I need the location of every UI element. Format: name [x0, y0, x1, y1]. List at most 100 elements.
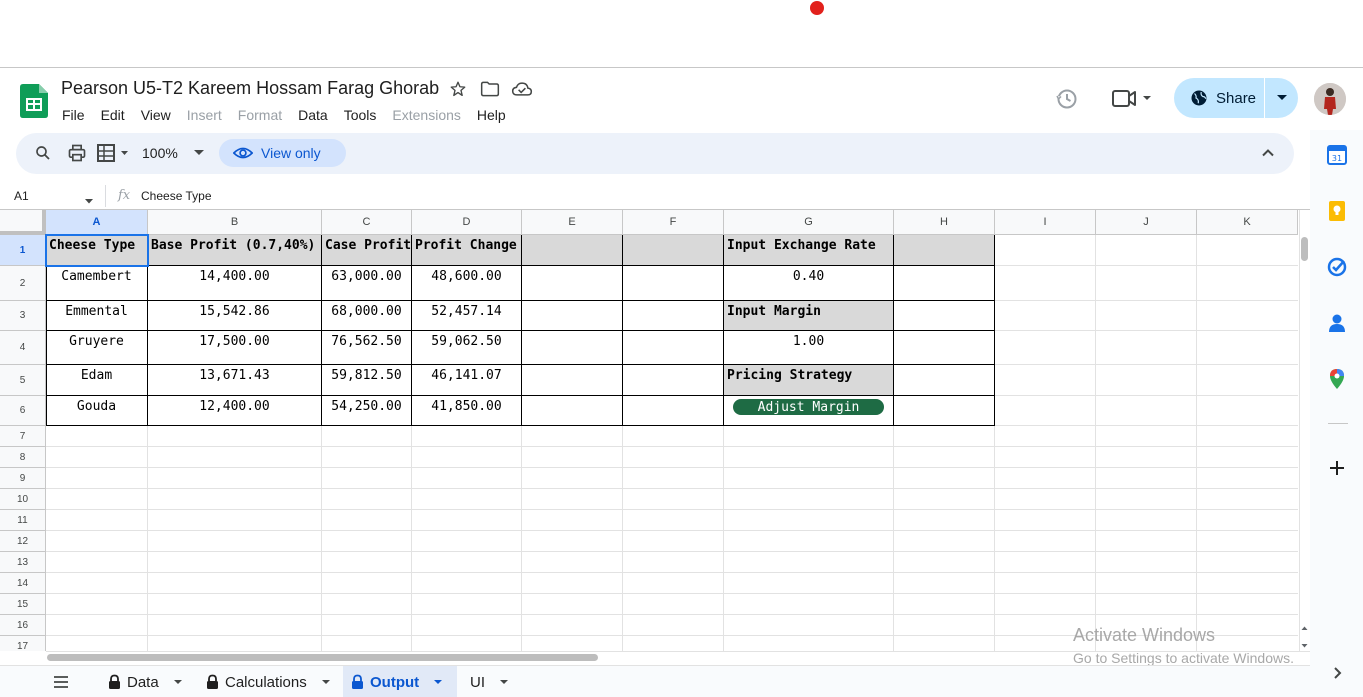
all-sheets-menu-icon[interactable]	[52, 674, 72, 690]
cell-a5[interactable]: Edam	[46, 365, 148, 396]
cell-e1[interactable]	[522, 235, 623, 266]
row-header-9[interactable]: 9	[0, 468, 46, 489]
vertical-scroll-thumb[interactable]	[1301, 237, 1308, 261]
cell-g5[interactable]: Pricing Strategy	[724, 365, 894, 396]
column-header-a[interactable]: A	[46, 210, 148, 235]
cell-g2[interactable]: 0.40	[724, 266, 894, 301]
scroll-up-icon[interactable]	[1299, 620, 1310, 630]
cell-h2[interactable]	[894, 266, 995, 301]
row-header-7[interactable]: 7	[0, 426, 46, 447]
empty-rows-area[interactable]	[46, 426, 1298, 651]
menu-file[interactable]: File	[54, 105, 93, 125]
cell-e2[interactable]	[522, 266, 623, 301]
cell-a6[interactable]: Gouda	[46, 396, 148, 426]
row-header-12[interactable]: 12	[0, 531, 46, 552]
cell-c2[interactable]: 63,000.00	[322, 266, 412, 301]
move-folder-icon[interactable]	[480, 80, 500, 100]
row-header-6[interactable]: 6	[0, 396, 46, 426]
cell-e5[interactable]	[522, 365, 623, 396]
cell-b5[interactable]: 13,671.43	[148, 365, 322, 396]
sheets-logo-icon[interactable]	[20, 84, 48, 118]
menu-edit[interactable]: Edit	[93, 105, 133, 125]
menu-view[interactable]: View	[133, 105, 179, 125]
menu-format[interactable]: Format	[230, 105, 290, 125]
cell-h3[interactable]	[894, 301, 995, 331]
menu-help[interactable]: Help	[469, 105, 514, 125]
share-button[interactable]: Share	[1174, 78, 1265, 118]
sheet-tab-calculations[interactable]: Calculations	[198, 666, 339, 697]
cell-f5[interactable]	[623, 365, 724, 396]
sheet-tab-ui[interactable]: UI	[462, 666, 517, 697]
column-header-g[interactable]: G	[724, 210, 894, 235]
calendar-icon[interactable]: 31	[1326, 144, 1348, 166]
add-icon[interactable]	[1326, 457, 1348, 479]
cell-b2[interactable]: 14,400.00	[148, 266, 322, 301]
column-header-d[interactable]: D	[412, 210, 522, 235]
column-header-k[interactable]: K	[1197, 210, 1298, 235]
cloud-status-icon[interactable]	[511, 80, 533, 100]
cell-f4[interactable]	[623, 331, 724, 365]
cell-b6[interactable]: 12,400.00	[148, 396, 322, 426]
view-only-chip[interactable]: View only	[219, 139, 346, 167]
sheet-tab-output[interactable]: Output	[343, 666, 457, 697]
cell-d6[interactable]: 41,850.00	[412, 396, 522, 426]
horizontal-scroll-thumb[interactable]	[47, 654, 598, 661]
adjust-margin-button[interactable]: Adjust Margin	[733, 399, 884, 415]
expand-side-panel-icon[interactable]	[1326, 662, 1348, 684]
cell-f3[interactable]	[623, 301, 724, 331]
cell-g3[interactable]: Input Margin	[724, 301, 894, 331]
cell-d2[interactable]: 48,600.00	[412, 266, 522, 301]
contacts-icon[interactable]	[1326, 312, 1348, 334]
tasks-icon[interactable]	[1326, 256, 1348, 278]
cell-h6[interactable]	[894, 396, 995, 426]
select-all-corner[interactable]	[0, 210, 46, 235]
cell-g4[interactable]: 1.00	[724, 331, 894, 365]
cell-c3[interactable]: 68,000.00	[322, 301, 412, 331]
column-header-e[interactable]: E	[522, 210, 623, 235]
sheet-tab-data[interactable]: Data	[100, 666, 191, 697]
cell-c5[interactable]: 59,812.50	[322, 365, 412, 396]
row-header-14[interactable]: 14	[0, 573, 46, 594]
cell-a2[interactable]: Camembert	[46, 266, 148, 301]
row-header-17[interactable]: 17	[0, 636, 46, 651]
maps-icon[interactable]	[1326, 368, 1348, 390]
row-header-15[interactable]: 15	[0, 594, 46, 615]
cell-f2[interactable]	[623, 266, 724, 301]
cell-e6[interactable]	[522, 396, 623, 426]
cell-a3[interactable]: Emmental	[46, 301, 148, 331]
cell-c6[interactable]: 54,250.00	[322, 396, 412, 426]
row-header-4[interactable]: 4	[0, 331, 46, 365]
cell-f6[interactable]	[623, 396, 724, 426]
cell-b4[interactable]: 17,500.00	[148, 331, 322, 365]
column-header-f[interactable]: F	[623, 210, 724, 235]
cell-b1[interactable]: Base Profit (0.7,40%)	[148, 235, 322, 266]
menu-data[interactable]: Data	[290, 105, 336, 125]
spreadsheet-grid[interactable]: A B C D E F G H I J K 1 2 3 4 5 6 7 8 9 …	[0, 210, 1300, 651]
cell-a1[interactable]: Cheese Type	[46, 235, 148, 266]
column-header-j[interactable]: J	[1096, 210, 1197, 235]
cell-h4[interactable]	[894, 331, 995, 365]
cell-f1[interactable]	[623, 235, 724, 266]
name-box-caret-icon[interactable]	[84, 192, 94, 210]
avatar[interactable]	[1314, 83, 1346, 115]
collapse-toolbar-icon[interactable]	[1258, 143, 1278, 163]
cell-h5[interactable]	[894, 365, 995, 396]
keep-icon[interactable]	[1326, 200, 1348, 222]
cell-g1[interactable]: Input Exchange Rate	[724, 235, 894, 266]
row-header-13[interactable]: 13	[0, 552, 46, 573]
cell-d1[interactable]: Profit Change	[412, 235, 522, 266]
column-header-h[interactable]: H	[894, 210, 995, 235]
zoom-select[interactable]: 100%	[142, 143, 206, 163]
column-header-b[interactable]: B	[148, 210, 322, 235]
row-header-5[interactable]: 5	[0, 365, 46, 396]
template-menu-icon[interactable]	[97, 143, 131, 163]
row-header-11[interactable]: 11	[0, 510, 46, 531]
row-header-10[interactable]: 10	[0, 489, 46, 510]
document-title[interactable]: Pearson U5-T2 Kareem Hossam Farag Ghorab	[61, 78, 439, 99]
vertical-scrollbar[interactable]	[1299, 210, 1310, 651]
cell-a4[interactable]: Gruyere	[46, 331, 148, 365]
cell-d3[interactable]: 52,457.14	[412, 301, 522, 331]
menu-insert[interactable]: Insert	[179, 105, 230, 125]
print-icon[interactable]	[67, 143, 87, 163]
cell-h1[interactable]	[894, 235, 995, 266]
